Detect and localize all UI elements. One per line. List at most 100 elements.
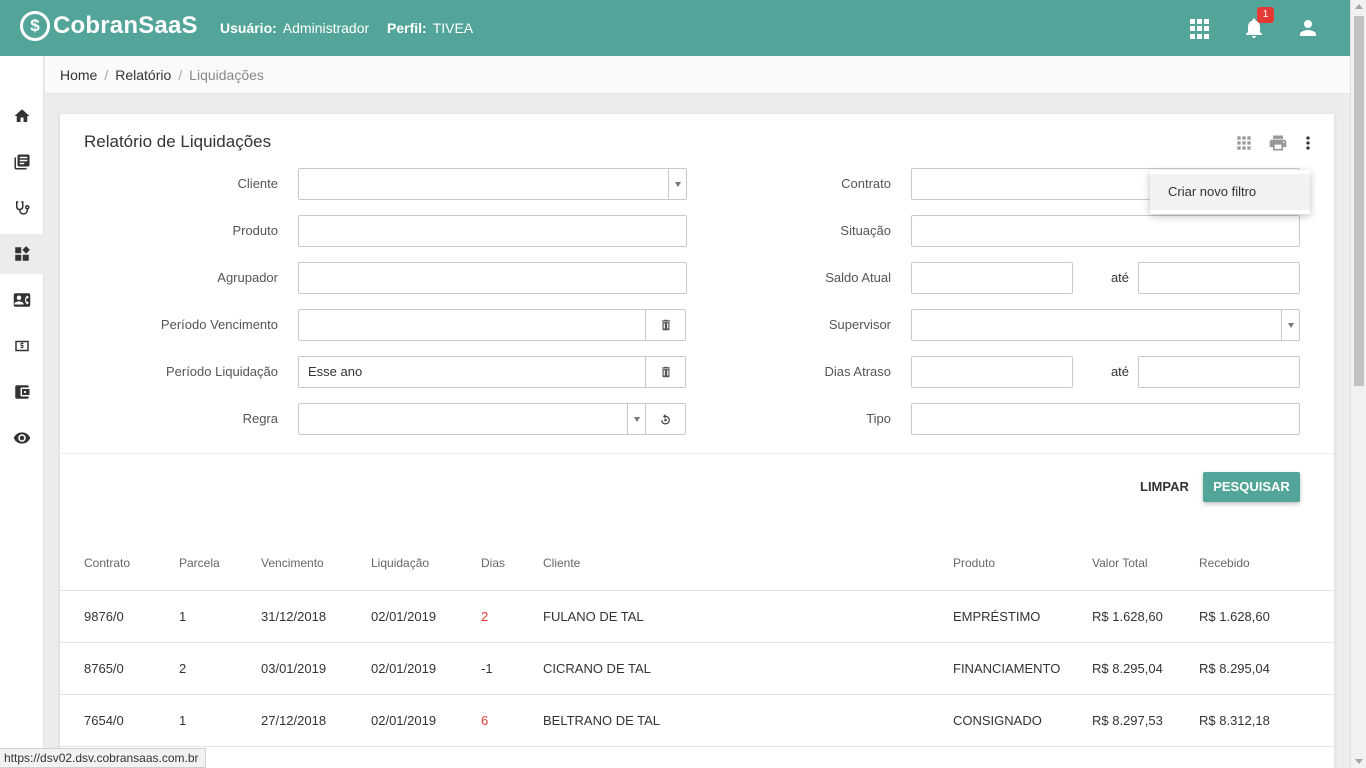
filter-divider: [60, 453, 1334, 454]
table-row[interactable]: 7654/0 1 27/12/2018 02/01/2019 6 BELTRAN…: [60, 694, 1334, 746]
situacao-label: Situação: [840, 223, 891, 238]
cell-dias: 2: [481, 609, 489, 624]
cell-liquidacao: 02/01/2019: [371, 713, 437, 728]
sidebar-item-library[interactable]: [0, 142, 44, 182]
logo-text: CobranSaaS: [53, 12, 198, 39]
print-icon[interactable]: [1268, 133, 1288, 153]
dashboard-icon: [15, 246, 30, 261]
cliente-label: Cliente: [237, 176, 278, 191]
search-button[interactable]: PESQUISAR: [1203, 472, 1300, 502]
column-header-liquidacao[interactable]: Liquidação: [371, 556, 429, 570]
sidebar-item-monitor[interactable]: [0, 418, 44, 458]
saldo-atual-from-input[interactable]: [911, 262, 1073, 294]
table-row[interactable]: [60, 746, 1334, 768]
cell-parcela: 2: [179, 661, 187, 676]
cell-contrato: 9876/0: [84, 609, 124, 624]
column-header-valor-total[interactable]: Valor Total: [1092, 556, 1148, 570]
sidebar-item-contacts[interactable]: [0, 280, 44, 320]
cell-produto: FINANCIAMENTO: [953, 661, 1061, 676]
breadcrumb-separator: /: [178, 66, 183, 83]
table-row[interactable]: 8765/0 2 03/01/2019 02/01/2019 -1 CICRAN…: [60, 642, 1334, 694]
more-options-menu: Criar novo filtro: [1150, 170, 1310, 214]
apps-grid-icon[interactable]: [1190, 19, 1210, 39]
regra-label: Regra: [242, 411, 278, 426]
columns-grid-icon[interactable]: [1234, 133, 1254, 153]
cell-liquidacao: 02/01/2019: [371, 609, 437, 624]
regra-select[interactable]: [298, 403, 646, 435]
regra-settings-button[interactable]: [646, 403, 686, 435]
cliente-select[interactable]: [298, 168, 687, 200]
page-scrollbar[interactable]: [1350, 0, 1366, 768]
home-icon: [14, 109, 30, 122]
cell-recebido: R$ 1.628,60: [1199, 609, 1270, 624]
logo-mark: $: [20, 11, 50, 41]
user-label: Usuário:: [220, 20, 277, 36]
breadcrumb: Home / Relatório / Liquidações: [45, 56, 1350, 94]
table-row[interactable]: 9876/0 1 31/12/2018 02/01/2019 2 FULANO …: [60, 590, 1334, 642]
app-logo[interactable]: $ CobranSaaS: [20, 11, 198, 41]
cell-valor-total: R$ 8.297,53: [1092, 713, 1163, 728]
chevron-down-icon[interactable]: [668, 169, 686, 199]
menu-item-create-filter[interactable]: Criar novo filtro: [1150, 174, 1310, 210]
contact-card-icon: [13, 293, 31, 307]
saldo-atual-label: Saldo Atual: [825, 270, 891, 285]
periodo-vencimento-label: Período Vencimento: [160, 317, 278, 332]
breadcrumb-relatorio[interactable]: Relatório: [115, 67, 171, 83]
clear-periodo-liquidacao-button[interactable]: [646, 356, 686, 388]
cell-cliente: BELTRANO DE TAL: [543, 713, 661, 728]
cell-valor-total: R$ 1.628,60: [1092, 609, 1163, 624]
column-header-contrato[interactable]: Contrato: [84, 556, 130, 570]
column-header-dias[interactable]: Dias: [481, 556, 505, 570]
dias-atraso-from-input[interactable]: [911, 356, 1073, 388]
chevron-down-icon[interactable]: [627, 404, 645, 434]
scroll-down-arrow-icon[interactable]: [1355, 759, 1363, 764]
column-header-cliente[interactable]: Cliente: [543, 556, 580, 570]
clear-periodo-vencimento-button[interactable]: [646, 309, 686, 341]
dias-atraso-to-input[interactable]: [1138, 356, 1300, 388]
sidebar-item-finance[interactable]: [0, 326, 44, 366]
cell-cliente: FULANO DE TAL: [543, 609, 644, 624]
settings-sync-icon: [661, 413, 670, 424]
sidebar-item-wallet[interactable]: [0, 372, 44, 412]
sidebar-item-home[interactable]: [0, 96, 44, 136]
column-header-recebido[interactable]: Recebido: [1199, 556, 1250, 570]
sidebar: [0, 56, 44, 768]
notification-badge: 1: [1257, 7, 1274, 23]
user-account-icon[interactable]: [1296, 16, 1320, 40]
column-header-vencimento[interactable]: Vencimento: [261, 556, 324, 570]
stethoscope-icon: [16, 201, 30, 215]
scrollbar-thumb[interactable]: [1354, 16, 1364, 386]
clear-button[interactable]: LIMPAR: [1132, 472, 1197, 502]
profile-name: TIVEA: [432, 20, 474, 36]
supervisor-select[interactable]: [911, 309, 1300, 341]
sidebar-item-health[interactable]: [0, 188, 44, 228]
chevron-down-icon[interactable]: [1281, 310, 1299, 340]
profile-label: Perfil:: [387, 20, 427, 36]
periodo-vencimento-input[interactable]: [298, 309, 646, 341]
scroll-up-arrow-icon[interactable]: [1355, 4, 1363, 9]
situacao-input[interactable]: [911, 215, 1300, 247]
agrupador-label: Agrupador: [217, 270, 278, 285]
breadcrumb-home[interactable]: Home: [60, 67, 97, 83]
column-header-produto[interactable]: Produto: [953, 556, 995, 570]
breadcrumb-liquidacoes: Liquidações: [189, 66, 264, 83]
more-vertical-icon[interactable]: [1298, 133, 1318, 153]
sidebar-item-dashboard[interactable]: [0, 234, 44, 274]
cell-valor-total: R$ 8.295,04: [1092, 661, 1163, 676]
wallet-icon: [15, 385, 30, 399]
cell-vencimento: 31/12/2018: [261, 609, 327, 624]
agrupador-input[interactable]: [298, 262, 687, 294]
contrato-label: Contrato: [841, 176, 891, 191]
cell-vencimento: 27/12/2018: [261, 713, 327, 728]
saldo-atual-to-input[interactable]: [1138, 262, 1300, 294]
column-header-parcela[interactable]: Parcela: [179, 556, 220, 570]
produto-label: Produto: [232, 223, 278, 238]
cell-recebido: R$ 8.312,18: [1199, 713, 1270, 728]
tipo-input[interactable]: [911, 403, 1300, 435]
cell-produto: EMPRÉSTIMO: [953, 609, 1041, 624]
trash-icon: [661, 319, 670, 331]
produto-input[interactable]: [298, 215, 687, 247]
cell-liquidacao: 02/01/2019: [371, 661, 437, 676]
periodo-liquidacao-input[interactable]: Esse ano: [298, 356, 646, 388]
cell-cliente: CICRANO DE TAL: [543, 661, 651, 676]
